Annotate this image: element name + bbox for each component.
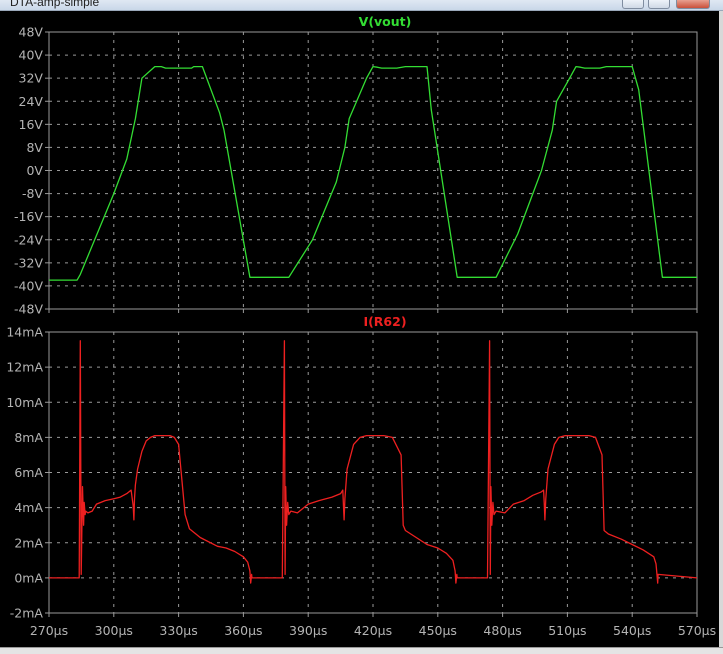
y-tick-label: -8V: [22, 186, 43, 201]
minimize-button[interactable]: [622, 0, 644, 9]
trace-label[interactable]: V(vout): [359, 14, 412, 29]
x-tick-label: 420µs: [354, 623, 392, 638]
y-tick-label: 8V: [26, 140, 43, 155]
trace-label[interactable]: I(R62): [363, 314, 406, 329]
window-border: [719, 11, 723, 647]
x-tick-label: 450µs: [419, 623, 457, 638]
pane-ir62[interactable]: 270µs 300µs 330µs 360µs 390µs 420µs 450µs 480µs…: [6, 314, 716, 638]
y-tick-label: 32V: [19, 71, 44, 86]
y-tick-label: 0V: [26, 163, 43, 178]
maximize-button[interactable]: [648, 0, 670, 9]
plot-window[interactable]: 48V 40V 32V 24V 16V 8V 0V -8V -16V -24V -32V -40V -4…: [0, 11, 719, 647]
window-title: DTA-amp-simple: [10, 0, 100, 9]
y-tick-label: -40V: [14, 278, 43, 293]
x-tick-label: 510µs: [548, 623, 586, 638]
y-tick-label: 0mA: [14, 570, 43, 585]
x-tick-label: 390µs: [289, 623, 327, 638]
y-tick-label: 10mA: [6, 395, 43, 410]
y-tick-label: 24V: [19, 94, 44, 109]
y-tick-label: 14mA: [6, 325, 43, 340]
window-titlebar[interactable]: DTA-amp-simple: [0, 0, 723, 11]
y-tick-label: -2mA: [10, 606, 44, 621]
pane-vout[interactable]: 48V 40V 32V 24V 16V 8V 0V -8V -16V -24V -32V -40V -4…: [14, 14, 698, 317]
y-tick-label: 48V: [19, 25, 44, 40]
x-tick-label: 480µs: [483, 623, 521, 638]
x-tick-label: 300µs: [95, 623, 133, 638]
y-tick-label: 4mA: [14, 500, 43, 515]
y-tick-label: -32V: [14, 255, 43, 270]
y-tick-label: -48V: [14, 302, 43, 317]
y-tick-label: 12mA: [6, 360, 43, 375]
close-button[interactable]: [676, 0, 710, 9]
x-tick-label: 540µs: [613, 623, 651, 638]
x-tick-label: 360µs: [224, 623, 262, 638]
x-tick-label: 270µs: [30, 623, 68, 638]
waveform-plot[interactable]: 48V 40V 32V 24V 16V 8V 0V -8V -16V -24V -32V -40V -4…: [0, 11, 719, 647]
y-tick-label: 16V: [19, 117, 44, 132]
y-tick-label: -24V: [14, 232, 43, 247]
y-tick-label: 8mA: [14, 430, 43, 445]
y-tick-label: 2mA: [14, 535, 43, 550]
y-tick-label: 40V: [19, 48, 44, 63]
y-tick-label: -16V: [14, 209, 43, 224]
y-tick-label: 6mA: [14, 465, 43, 480]
x-tick-label: 330µs: [159, 623, 197, 638]
x-tick-label: 570µs: [678, 623, 716, 638]
